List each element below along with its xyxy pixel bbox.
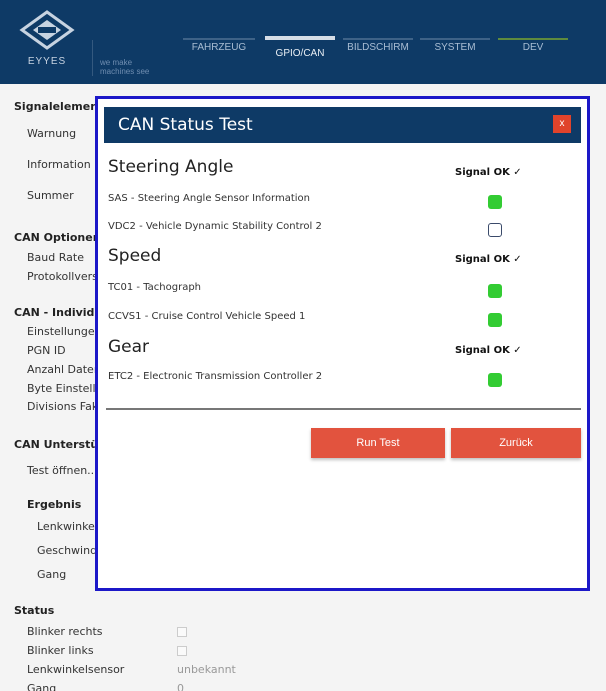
tab-label: FAHRZEUG — [191, 42, 247, 53]
gang-value: 0 — [177, 682, 184, 691]
tc01-status-indicator — [488, 284, 502, 298]
tagline-line-1: we make — [100, 58, 133, 67]
tab-bildschirm[interactable]: BILDSCHIRM — [343, 38, 413, 68]
status-heading: Status — [14, 604, 55, 617]
protokollversion-label: Protokollvers — [27, 270, 98, 283]
tab-system[interactable]: SYSTEM — [420, 38, 490, 68]
tab-label: DEV — [522, 42, 544, 53]
signal-item-warnung[interactable]: Warnung — [27, 127, 76, 140]
tab-label: BILDSCHIRM — [347, 42, 409, 53]
can-status-test-dialog: CAN Status Test x Steering Angle Signal … — [95, 96, 590, 591]
gear-signal-status: Signal OK ✓ — [455, 345, 522, 356]
einstellungen-label: Einstellunger — [27, 325, 100, 338]
tab-fahrzeug[interactable]: FAHRZEUG — [183, 38, 255, 68]
tab-dev[interactable]: DEV — [498, 38, 568, 68]
speed-signal-status: Signal OK ✓ — [455, 254, 522, 265]
anzahl-daten-label: Anzahl Dater — [27, 363, 99, 376]
sas-status-indicator — [488, 195, 502, 209]
eye-logo-icon — [19, 10, 75, 50]
signalelement-heading: Signalelement — [14, 100, 104, 113]
blinker-links-checkbox — [177, 646, 187, 656]
tab-gpio-can[interactable]: GPIO/CAN — [265, 36, 335, 68]
logo-text: EYYES — [27, 56, 67, 67]
tagline-line-2: machines see — [100, 67, 150, 76]
back-button[interactable]: Zurück — [451, 428, 581, 458]
tagline: we make machines see — [100, 58, 149, 76]
close-button[interactable]: x — [553, 115, 571, 133]
signal-item-information[interactable]: Information — [27, 158, 91, 171]
status-lenkwinkelsensor-label: Lenkwinkelsensor — [27, 663, 125, 676]
can-optionen-heading: CAN Optionen — [14, 231, 101, 244]
status-blinker-links-label: Blinker links — [27, 644, 94, 657]
ccvs1-status-indicator — [488, 313, 502, 327]
section-speed-title: Speed — [108, 246, 162, 266]
app-header: EYYES we make machines see FAHRZEUG GPIO… — [0, 0, 606, 84]
dialog-header: CAN Status Test x — [104, 107, 581, 143]
header-separator — [92, 40, 93, 76]
tab-label: GPIO/CAN — [275, 48, 325, 59]
eyyes-logo: EYYES — [8, 8, 86, 76]
steering-signal-status: Signal OK ✓ — [455, 167, 522, 178]
baud-rate-label: Baud Rate — [27, 251, 84, 264]
ergebnis-heading: Ergebnis — [27, 498, 82, 511]
ccvs1-row-label: CCVS1 - Cruise Control Vehicle Speed 1 — [108, 311, 306, 322]
sas-row-label: SAS - Steering Angle Sensor Information — [108, 193, 310, 204]
tab-label: SYSTEM — [434, 42, 476, 53]
etc2-status-indicator — [488, 373, 502, 387]
section-gear-title: Gear — [108, 337, 150, 357]
byte-einstellung-label: Byte Einstellu — [27, 382, 103, 395]
ergebnis-gang: Gang — [37, 568, 67, 581]
section-steering-angle-title: Steering Angle — [108, 157, 234, 177]
status-gang-label: Gang — [27, 682, 57, 691]
status-blinker-rechts-label: Blinker rechts — [27, 625, 103, 638]
run-test-button[interactable]: Run Test — [311, 428, 445, 458]
ergebnis-lenkwinkel: Lenkwinkel — [37, 520, 98, 533]
etc2-row-label: ETC2 - Electronic Transmission Controlle… — [108, 371, 323, 382]
tc01-row-label: TC01 - Tachograph — [108, 282, 202, 293]
signal-item-summer[interactable]: Summer — [27, 189, 74, 202]
dialog-title: CAN Status Test — [118, 115, 253, 135]
lenkwinkelsensor-value: unbekannt — [177, 663, 236, 676]
test-open-button[interactable]: Test öffnen... — [27, 464, 98, 477]
divisions-faktor-label: Divisions Fakt — [27, 400, 103, 413]
ergebnis-geschwindigkeit: Geschwindi — [37, 544, 101, 557]
vdc2-status-indicator — [488, 223, 502, 237]
blinker-rechts-checkbox — [177, 627, 187, 637]
vdc2-row-label: VDC2 - Vehicle Dynamic Stability Control… — [108, 221, 322, 232]
dialog-divider — [106, 408, 581, 410]
can-individual-heading: CAN - Individu — [14, 306, 103, 319]
pgn-id-label: PGN ID — [27, 344, 66, 357]
